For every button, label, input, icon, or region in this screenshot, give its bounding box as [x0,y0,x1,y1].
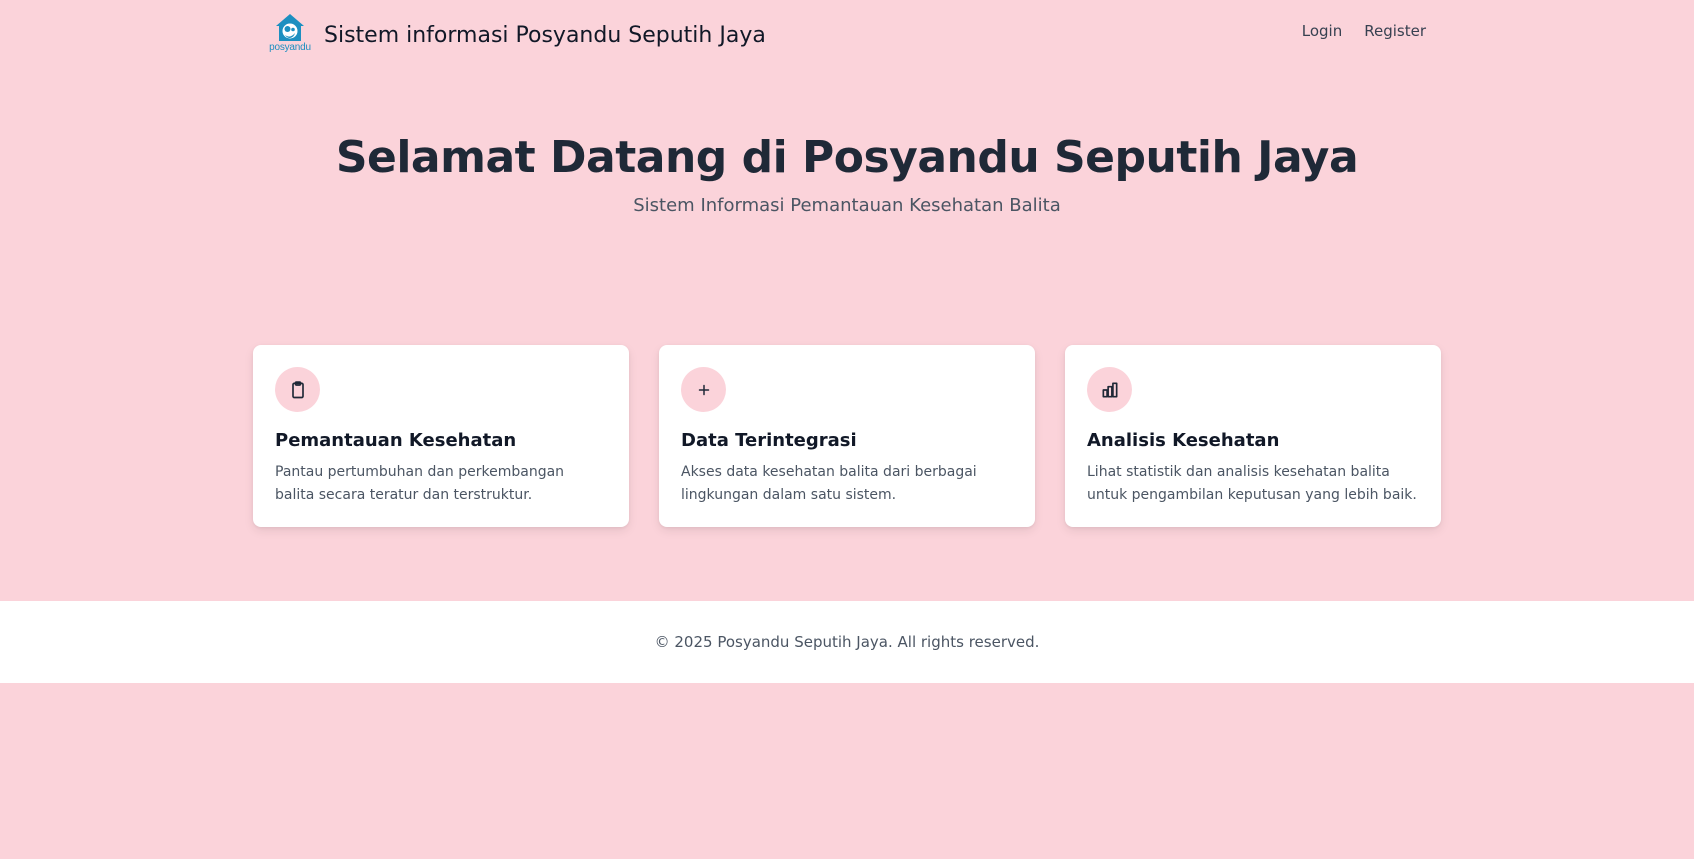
feature-title: Data Terintegrasi [681,430,857,451]
auth-nav: Login Register [1302,22,1426,40]
bar-chart-icon [1087,367,1132,412]
posyandu-logo: posyandu [266,13,314,57]
login-link[interactable]: Login [1302,22,1342,40]
page-footer: © 2025 Posyandu Seputih Jaya. All rights… [0,601,1694,683]
hero-title: Selamat Datang di Posyandu Seputih Jaya [335,132,1359,183]
hero-subtitle: Sistem Informasi Pemantauan Kesehatan Ba… [633,195,1061,216]
feature-title: Analisis Kesehatan [1087,430,1280,451]
clipboard-icon [275,367,320,412]
site-title: Sistem informasi Posyandu Seputih Jaya [324,22,766,48]
feature-card-analysis: Analisis Kesehatan Lihat statistik dan a… [1065,345,1441,527]
logo-text: posyandu [269,42,311,53]
posyandu-logo-icon [276,14,304,41]
feature-description: Lihat statistik dan analisis kesehatan b… [1087,464,1417,503]
plus-icon [681,367,726,412]
feature-description: Akses data kesehatan balita dari berbaga… [681,464,977,503]
features-section: Pemantauan Kesehatan Pantau pertumbuhan … [253,345,1441,527]
feature-description: Pantau pertumbuhan dan perkembangan bali… [275,464,565,503]
hero-section: Selamat Datang di Posyandu Seputih Jaya … [0,132,1694,216]
top-navbar: posyandu Sistem informasi Posyandu Seput… [0,0,1694,70]
landing-page: posyandu Sistem informasi Posyandu Seput… [0,0,1694,859]
brand-home-link[interactable]: posyandu Sistem informasi Posyandu Seput… [266,13,766,57]
register-link[interactable]: Register [1364,22,1426,40]
feature-card-integrated-data: Data Terintegrasi Akses data kesehatan b… [659,345,1035,527]
feature-card-monitoring: Pemantauan Kesehatan Pantau pertumbuhan … [253,345,629,527]
feature-title: Pemantauan Kesehatan [275,430,517,451]
copyright-text: © 2025 Posyandu Seputih Jaya. All rights… [654,633,1040,651]
